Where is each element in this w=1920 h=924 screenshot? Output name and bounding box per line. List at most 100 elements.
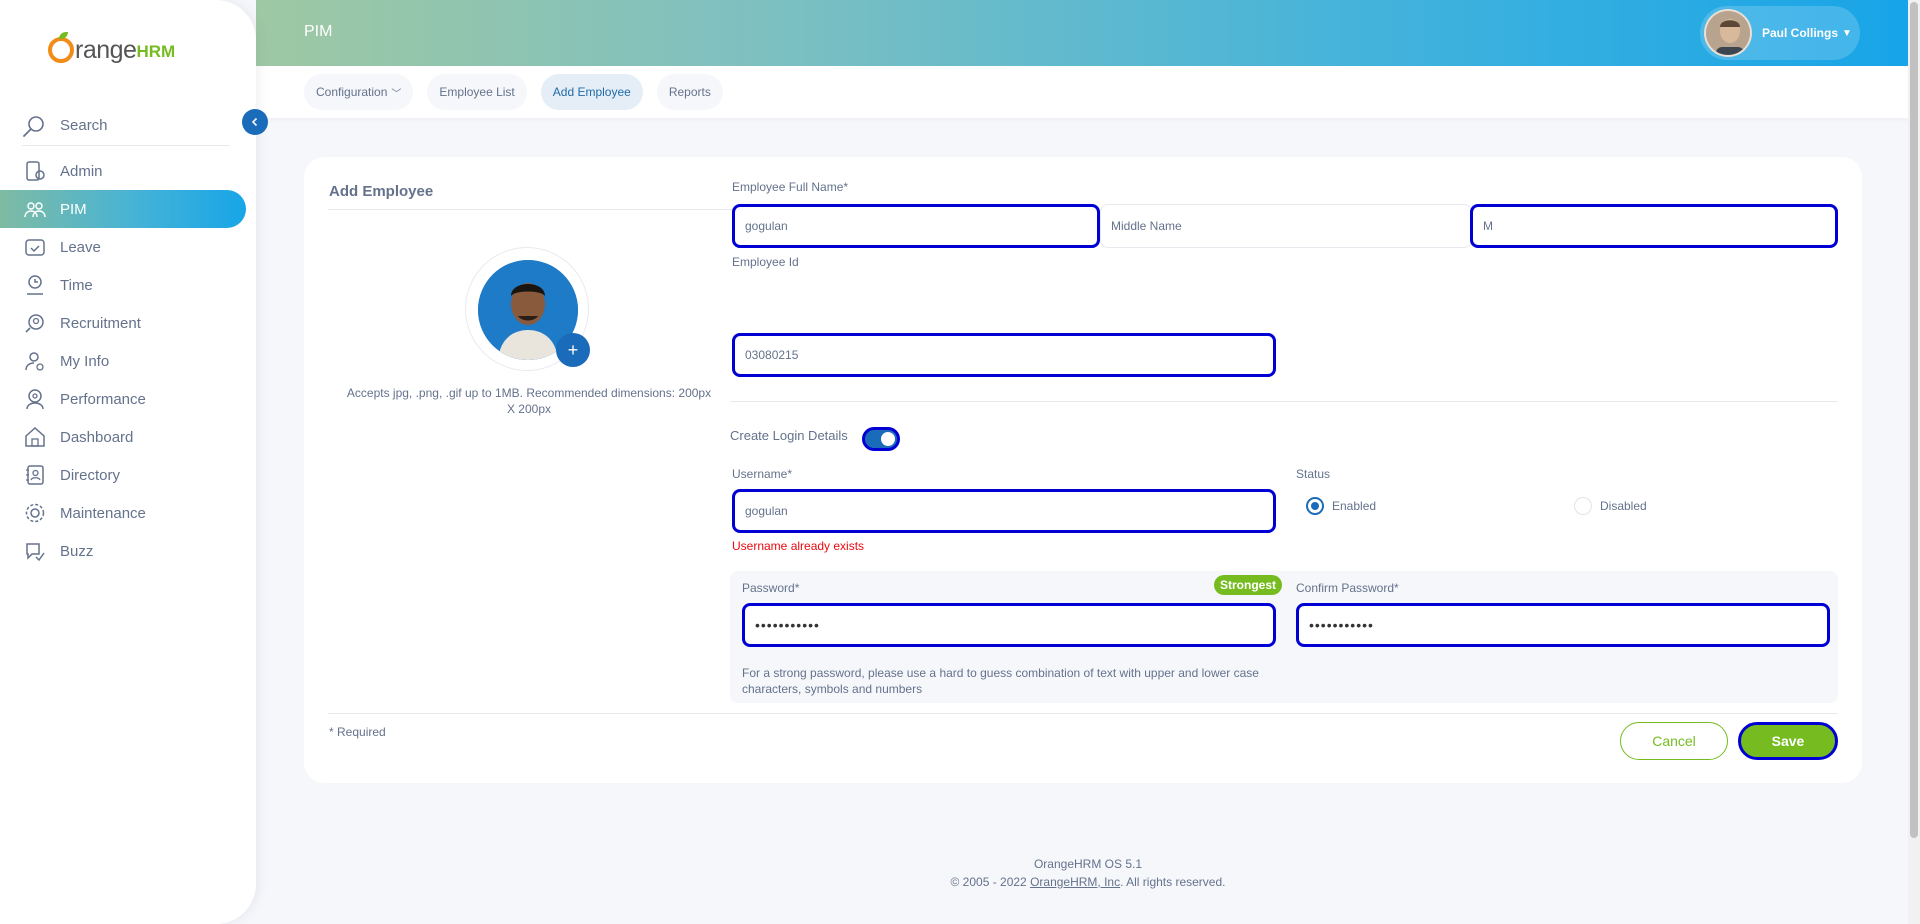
collapse-sidebar-button[interactable] [242, 109, 268, 135]
sidebar-item-performance[interactable]: Performance [0, 380, 256, 418]
username-input[interactable] [745, 504, 1263, 518]
first-name-input[interactable] [745, 219, 1087, 233]
search-icon [23, 115, 44, 137]
sidebar-item-maintenance[interactable]: Maintenance [0, 494, 256, 532]
sidebar-item-time[interactable]: Time [0, 266, 256, 304]
orangehrm-logo[interactable]: range HRM [48, 30, 175, 70]
sidebar-search-input[interactable] [60, 117, 210, 134]
create-login-toggle[interactable] [862, 427, 900, 451]
username-field[interactable] [732, 489, 1276, 533]
radio-unchecked-icon[interactable] [1574, 497, 1592, 515]
full-name-label: Employee Full Name* [732, 180, 849, 194]
dashboard-icon [25, 426, 45, 447]
version-text: OrangeHRM OS 5.1 [1033, 857, 1143, 871]
tab-label: Configuration [316, 85, 388, 99]
sidebar-item-label: Buzz [60, 542, 94, 560]
recruitment-icon [25, 314, 44, 333]
sidebar-item-label: Maintenance [60, 504, 146, 522]
sidebar-item-my-info[interactable]: My Info [0, 342, 256, 380]
page-scrollbar[interactable] [1908, 0, 1920, 924]
directory-icon [26, 465, 44, 485]
save-button[interactable]: Save [1738, 722, 1838, 760]
main-menu: Admin PIM Leave Time Recruitment My Info… [0, 152, 256, 570]
scrollbar-thumb[interactable] [1910, 2, 1918, 838]
status-enabled-option[interactable]: Enabled [1306, 497, 1376, 515]
admin-icon [26, 161, 45, 181]
chevron-down-icon: ﹀ [391, 88, 402, 100]
password-hint: For a strong password, please use a hard… [742, 666, 1259, 696]
confirm-password-field[interactable] [1296, 603, 1830, 647]
sidebar-item-leave[interactable]: Leave [0, 228, 256, 266]
cancel-button[interactable]: Cancel [1620, 722, 1728, 760]
sidebar-item-dashboard[interactable]: Dashboard [0, 418, 256, 456]
user-dropdown[interactable]: Paul Collings ▼ [1700, 6, 1860, 60]
brand-name: range [75, 36, 137, 64]
password-label: Password* [742, 581, 800, 595]
employee-id-field[interactable] [732, 333, 1276, 377]
page-footer: OrangeHRM OS 5.1 © 2005 - 2022 OrangeHRM… [256, 855, 1920, 891]
confirm-password-input[interactable] [1309, 617, 1817, 633]
sidebar-item-label: Performance [60, 390, 146, 408]
divider [328, 713, 1838, 714]
buzz-icon [26, 543, 45, 562]
page-title: Add Employee [329, 183, 434, 200]
sidebar-item-label: PIM [60, 200, 87, 218]
password-strength-badge: Strongest [1214, 575, 1283, 595]
tab-configuration[interactable]: Configuration ﹀ [304, 74, 414, 110]
sidebar-search [22, 106, 230, 146]
sidebar-item-label: Recruitment [60, 314, 141, 332]
photo-hint: Accepts jpg, .png, .gif up to 1MB. Recom… [346, 386, 712, 416]
tab-reports[interactable]: Reports [656, 74, 723, 110]
chevron-left-icon [251, 117, 258, 127]
sidebar: range HRM Admin PIM Leave Time Recru [0, 0, 256, 924]
add-photo-button[interactable]: + [556, 333, 590, 367]
tab-label: Reports [668, 85, 711, 99]
sidebar-item-recruitment[interactable]: Recruitment [0, 304, 256, 342]
status-enabled-label: Enabled [1332, 499, 1377, 513]
copyright-text: © 2005 - 2022 OrangeHRM, Inc. All rights… [256, 873, 1920, 891]
performance-icon [26, 389, 44, 410]
sidebar-item-label: Directory [60, 466, 121, 484]
pim-icon [24, 202, 46, 218]
required-note: * Required [329, 725, 386, 739]
copyright-prefix: © 2005 - 2022 [950, 875, 1031, 889]
status-disabled-option[interactable]: Disabled [1574, 497, 1647, 515]
top-header: PIM Paul Collings ▼ [256, 0, 1920, 66]
sidebar-item-admin[interactable]: Admin [0, 152, 256, 190]
employee-id-label: Employee Id [732, 255, 799, 269]
sidebar-item-label: My Info [60, 352, 110, 370]
password-input[interactable] [755, 617, 1263, 633]
sidebar-item-label: Admin [60, 162, 103, 180]
sidebar-item-buzz[interactable]: Buzz [0, 532, 256, 570]
orange-logo-icon [48, 32, 74, 63]
divider [730, 401, 1838, 402]
company-link[interactable]: OrangeHRM, Inc [1030, 875, 1120, 889]
copyright-suffix: . All rights reserved. [1120, 875, 1226, 889]
sidebar-item-label: Dashboard [60, 428, 134, 446]
tab-employee-list[interactable]: Employee List [427, 74, 527, 110]
first-name-field[interactable] [732, 204, 1100, 248]
password-field[interactable] [742, 603, 1276, 647]
radio-checked-icon[interactable] [1306, 497, 1324, 515]
last-name-field[interactable] [1470, 204, 1838, 248]
middle-name-field[interactable] [1100, 204, 1472, 248]
last-name-input[interactable] [1483, 219, 1825, 233]
user-name: Paul Collings [1762, 26, 1839, 40]
module-nav: Configuration ﹀ Employee List Add Employ… [256, 66, 1920, 118]
module-title: PIM [304, 23, 333, 40]
middle-name-input[interactable] [1111, 219, 1461, 233]
username-error: Username already exists [732, 539, 865, 553]
confirm-password-label: Confirm Password* [1296, 581, 1399, 595]
tab-label: Employee List [439, 85, 515, 99]
sidebar-item-directory[interactable]: Directory [0, 456, 256, 494]
sidebar-item-label: Time [60, 276, 93, 294]
sidebar-item-pim[interactable]: PIM [0, 190, 246, 228]
avatar [1704, 9, 1752, 57]
employee-id-input[interactable] [745, 348, 1263, 362]
tab-add-employee[interactable]: Add Employee [540, 74, 643, 110]
sidebar-item-label: Leave [60, 238, 101, 256]
login-toggle-label: Create Login Details [730, 428, 848, 443]
status-label: Status [1296, 467, 1331, 481]
leave-icon [25, 239, 45, 256]
status-disabled-label: Disabled [1600, 499, 1647, 513]
